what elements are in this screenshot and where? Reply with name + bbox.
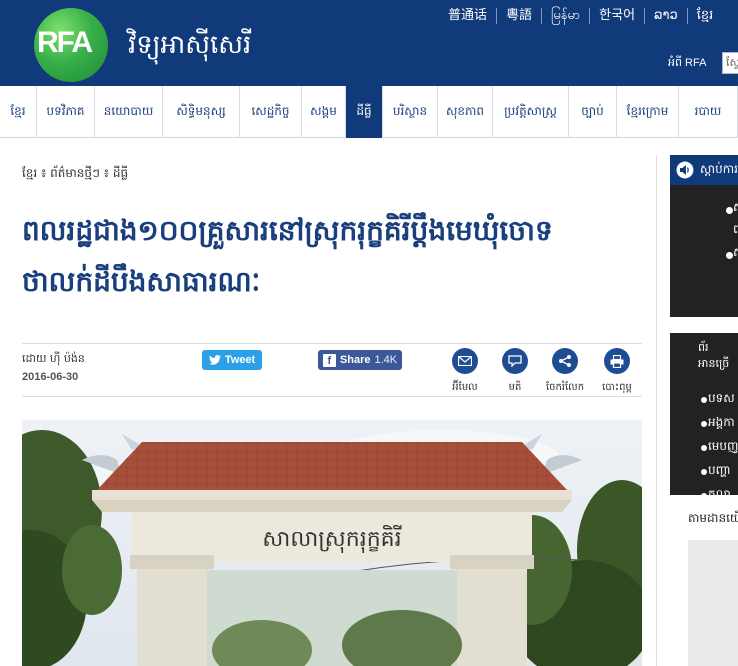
search-input[interactable]: ស្វែ — [722, 52, 738, 74]
popular-item-2[interactable]: អង្គកា — [708, 414, 735, 432]
nav-item-khmer-krom[interactable]: ខ្មែរក្រោម — [617, 86, 679, 138]
share-icon — [552, 348, 578, 374]
popular-item-5[interactable]: តុលា — [708, 486, 731, 495]
gate-sign-text: សាលាស្រុករុក្ខគិរី — [262, 525, 401, 553]
nav-item-health[interactable]: សុខភាព — [438, 86, 493, 138]
nav-item-land[interactable]: ដីធ្លី — [346, 86, 383, 138]
nav-item-law[interactable]: ច្បាប់ — [569, 86, 617, 138]
listen-item-1-line2: ៧ — [733, 222, 738, 236]
site-header: RFA វិទ្យុអាស៊ីសេរី 普通话 粵語 မြန်မာ 한국어 ລາ… — [0, 0, 738, 86]
popular-dot-1 — [701, 397, 707, 403]
language-links: 普通话 粵語 မြန်မာ 한국어 ລາວ ខ្មែរ — [448, 8, 722, 24]
printer-icon — [604, 348, 630, 374]
popular-item-3[interactable]: មេបញ្ — [708, 438, 738, 456]
author-byline: ដោយ ហ៊ី ប៉ង់ន — [22, 352, 85, 365]
article-photo: សាលាស្រុករុក្ខគិរី — [22, 420, 642, 666]
popular-dot-2 — [701, 421, 707, 427]
popular-header: ព័រ អានច្រើ — [698, 341, 729, 373]
tweet-label: Tweet — [224, 354, 256, 366]
nav-item-khmer[interactable]: ខ្មែរ — [0, 86, 37, 138]
nav-item-history[interactable]: ប្រវត្តិសាស្ត្រ — [493, 86, 569, 138]
print-tool[interactable]: បោះពុម្ព — [594, 344, 640, 395]
twitter-icon — [208, 355, 221, 365]
lang-link-lao[interactable]: ລາວ — [644, 8, 687, 24]
lang-link-mandarin[interactable]: 普通话 — [448, 8, 496, 24]
nav-item-society[interactable]: សង្គម — [302, 86, 346, 138]
email-label: អ៊ីមែល — [452, 382, 478, 393]
lang-link-khmer[interactable]: ខ្មែរ — [686, 8, 723, 24]
nav-item-economy[interactable]: សេដ្ឋកិច្ច — [240, 86, 302, 138]
popular-box: ព័រ អានច្រើ បទស អង្គកា មេបញ្ បញ្ហា តុលា — [670, 333, 738, 495]
comment-label: មតិ — [508, 382, 522, 393]
facebook-share-button[interactable]: f Share 1.4K — [318, 350, 402, 370]
about-rfa-link[interactable]: អំពី RFA — [668, 56, 706, 72]
comment-tool[interactable]: មតិ — [492, 344, 538, 395]
breadcrumb[interactable]: ខ្មែរ ៖ ព័ត៌មានថ្មីៗ ៖ ដីធ្លី — [22, 165, 644, 183]
listen-item-2[interactable]: ស — [733, 244, 738, 262]
sidebar: ស្ដាប់ការ ស ៧ ស ព័រ អានច្រើ បទស អង្គកា ម… — [670, 155, 738, 495]
district-gate-illustration: សាលាស្រុករុក្ខគិរី — [22, 430, 642, 666]
main-nav: ខ្មែរ បទវិភាគ នយោបាយ សិទ្ធិមនុស្ស សេដ្ឋក… — [0, 86, 738, 138]
popular-dot-3 — [701, 445, 707, 451]
nav-item-more[interactable]: របាយ — [679, 86, 738, 138]
popular-item-4[interactable]: បញ្ហា — [708, 462, 731, 480]
publish-date: 2016-06-30 — [22, 371, 79, 383]
article: ខ្មែរ ៖ ព័ត៌មានថ្មីៗ ៖ ដីធ្លី ពលរដ្ឋជាង១… — [22, 165, 644, 397]
lang-link-cantonese[interactable]: 粵語 — [496, 8, 541, 24]
headline-line-1: ពលរដ្ឋជាង១០០គ្រួសារនៅស្រុករុក្ខគិរីប្ដឹង… — [22, 214, 553, 247]
envelope-icon — [452, 348, 478, 374]
comment-icon — [502, 348, 528, 374]
listen-box: ស្ដាប់ការ ស ៧ ស — [670, 155, 738, 317]
lang-link-korean[interactable]: 한국어 — [589, 8, 644, 24]
popular-item-1[interactable]: បទស — [708, 390, 735, 408]
nav-item-analysis[interactable]: បទវិភាគ — [37, 86, 95, 138]
facebook-icon: f — [322, 353, 336, 367]
lang-link-burmese[interactable]: မြန်မာ — [541, 8, 589, 24]
headline-line-2: ថាលក់ដីបឹងសាធារណៈ — [22, 265, 261, 298]
share-label: Share — [339, 354, 371, 366]
site-title[interactable]: វិទ្យុអាស៊ីសេរី — [128, 28, 251, 66]
listen-label: ស្ដាប់ការ — [699, 162, 738, 176]
popular-dot-4 — [701, 469, 707, 475]
nav-item-human-rights[interactable]: សិទ្ធិមនុស្ស — [163, 86, 240, 138]
sidebar-divider — [656, 155, 657, 666]
popular-header-line-1: ព័រ — [698, 341, 709, 354]
listen-item-1[interactable]: ស — [733, 199, 738, 217]
article-headline: ពលរដ្ឋជាង១០០គ្រួសារនៅស្រុករុក្ខគិរីប្ដឹង… — [22, 205, 644, 307]
nav-item-environment[interactable]: បរិស្ថាន — [383, 86, 438, 138]
popular-dot-5 — [701, 493, 707, 495]
print-label: បោះពុម្ព — [602, 382, 632, 393]
follow-us-box — [688, 540, 738, 666]
listen-header[interactable]: ស្ដាប់ការ — [670, 155, 738, 185]
listen-bullet-2 — [726, 252, 733, 259]
popular-header-line-2: អានច្រើ — [698, 357, 730, 370]
share-tool-label: ចែករំលែក — [545, 382, 585, 393]
listen-bullet-1 — [726, 207, 733, 214]
share-tool[interactable]: ចែករំលែក — [542, 344, 588, 395]
nav-item-politics[interactable]: នយោបាយ — [95, 86, 163, 138]
follow-us-label: តាមដានយើ — [688, 511, 738, 525]
logo-text[interactable]: RFA — [37, 26, 93, 60]
speaker-icon — [676, 161, 694, 179]
tweet-button[interactable]: Tweet — [202, 350, 262, 370]
email-tool[interactable]: អ៊ីមែល — [442, 344, 488, 395]
article-meta-bar: ដោយ ហ៊ី ប៉ង់ន 2016-06-30 Tweet f Share 1… — [22, 343, 642, 397]
share-count: 1.4K — [374, 354, 398, 366]
